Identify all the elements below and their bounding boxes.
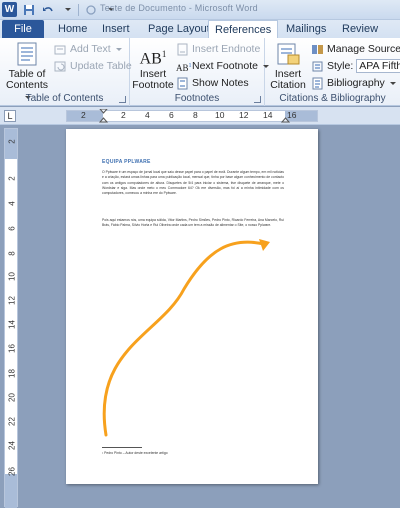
ruler-number: 18: [7, 369, 17, 378]
insert-citation-icon: [274, 42, 302, 66]
table-of-contents-icon: [13, 42, 41, 66]
vertical-ruler[interactable]: 2 2 4 6 8 10 12 14 16 18 20 22 24 26: [4, 128, 18, 508]
group-table-of-contents: Table of Contents Add Text Update Table …: [0, 38, 132, 106]
ruler-number: 2: [7, 176, 17, 181]
ruler-number: 14: [263, 110, 273, 120]
group-citations: Insert Citation Manage Sources Style: AP…: [265, 38, 400, 106]
annotation-arrow: [102, 239, 270, 437]
manage-sources-label: Manage Sources: [327, 43, 400, 55]
style-label: Style:: [327, 60, 354, 72]
bibliography-icon: [311, 77, 324, 90]
insert-citation-button[interactable]: Insert Citation: [267, 42, 309, 91]
ruler-number: 26: [7, 467, 17, 476]
ruler-number: 12: [7, 296, 17, 305]
dialog-launcher-icon[interactable]: [119, 96, 126, 103]
ruler-number: 24: [7, 441, 17, 450]
tab-home[interactable]: Home: [52, 20, 93, 38]
insert-endnote-label: Insert Endnote: [192, 43, 261, 55]
ribbon: Table of Contents Add Text Update Table …: [0, 38, 400, 106]
update-table-button[interactable]: Update Table: [54, 58, 132, 74]
ruler-number: 8: [7, 251, 17, 256]
toolbar-separator: [78, 3, 79, 16]
show-notes-label: Show Notes: [192, 77, 249, 89]
show-notes-button[interactable]: Show Notes: [176, 75, 249, 91]
title-bar: W Teste de Documento - Microsoft Word: [0, 0, 400, 20]
tab-references[interactable]: References: [208, 20, 279, 39]
undo-dropdown-icon[interactable]: [59, 2, 74, 17]
indent-marker-icon[interactable]: [99, 109, 108, 123]
group-label-citations: Citations & Bibliography: [279, 93, 386, 104]
bibliography-label: Bibliography: [327, 77, 385, 89]
ruler-number: 20: [7, 393, 17, 402]
document-area[interactable]: EQUIPA PPLWARE O Pplware é um espaço de …: [20, 126, 400, 507]
tab-mailings[interactable]: Mailings: [280, 20, 332, 38]
group-label-footnotes: Footnotes: [174, 93, 220, 104]
bibliography-button[interactable]: Bibliography: [311, 75, 396, 91]
insert-endnote-button[interactable]: Insert Endnote: [176, 41, 260, 57]
right-indent-marker-icon[interactable]: [281, 115, 290, 123]
ruler-number: 2: [121, 110, 126, 120]
tab-review[interactable]: Review: [336, 20, 384, 38]
manage-sources-button[interactable]: Manage Sources: [311, 41, 400, 57]
manage-sources-icon: [311, 43, 324, 56]
style-selector[interactable]: Style: APA Fifth: [311, 58, 400, 74]
ruler-number: 12: [239, 110, 249, 120]
chevron-down-icon: [389, 81, 396, 85]
insert-footnote-icon: AB1: [139, 49, 167, 68]
ruler-number: 8: [193, 110, 198, 120]
horizontal-ruler-bar: L 2 2 4 6 8 10 12 14 16: [0, 107, 400, 125]
ruler-bottom-margin: [5, 474, 17, 508]
redo-icon[interactable]: [83, 2, 98, 17]
ruler-number: 6: [169, 110, 174, 120]
word-logo-icon[interactable]: W: [2, 2, 17, 17]
ruler-number: 2: [7, 139, 17, 144]
add-text-icon: [54, 43, 67, 56]
window-title: Teste de Documento - Microsoft Word: [100, 3, 258, 13]
next-footnote-label: Next Footnote: [192, 60, 258, 72]
add-text-label: Add Text: [70, 43, 111, 55]
undo-icon[interactable]: [40, 2, 55, 17]
style-dropdown[interactable]: APA Fifth: [356, 59, 400, 73]
dialog-launcher-icon[interactable]: [254, 96, 261, 103]
tab-file[interactable]: File: [2, 20, 44, 38]
horizontal-ruler[interactable]: 2 2 4 6 8 10 12 14 16: [66, 109, 318, 123]
ruler-number: 14: [7, 320, 17, 329]
table-of-contents-label: Table of Contents: [5, 68, 49, 91]
update-table-label: Update Table: [70, 60, 132, 72]
chevron-down-icon: [115, 47, 122, 51]
save-icon[interactable]: [21, 2, 36, 17]
insert-endnote-icon: [176, 43, 189, 56]
document-page[interactable]: EQUIPA PPLWARE O Pplware é um espaço de …: [66, 129, 318, 484]
ruler-number: 2: [81, 110, 86, 120]
next-footnote-icon: AB1: [176, 62, 192, 73]
next-footnote-button[interactable]: AB1 Next Footnote: [176, 58, 269, 74]
ruler-number: 6: [7, 226, 17, 231]
show-notes-icon: [176, 77, 189, 90]
ruler-number: 10: [7, 272, 17, 281]
style-icon: [311, 60, 324, 73]
ribbon-tabs: File Home Insert Page Layout References …: [0, 20, 400, 39]
group-footnotes: AB1 Insert Footnote Insert Endnote AB1 N…: [130, 38, 269, 106]
ruler-number: 10: [215, 110, 225, 120]
tab-page-layout[interactable]: Page Layout: [142, 20, 216, 38]
ruler-number: 4: [7, 201, 17, 206]
ruler-number: 4: [145, 110, 150, 120]
ruler-number: 16: [7, 344, 17, 353]
insert-footnote-label: Insert Footnote: [132, 68, 174, 91]
insert-citation-label: Insert Citation: [270, 68, 306, 91]
insert-footnote-button[interactable]: AB1 Insert Footnote: [132, 42, 174, 91]
tab-selector[interactable]: L: [4, 110, 16, 122]
update-table-icon: [54, 60, 67, 73]
tab-insert[interactable]: Insert: [96, 20, 136, 38]
ruler-number: 22: [7, 417, 17, 426]
add-text-button[interactable]: Add Text: [54, 41, 122, 57]
group-label-toc: Table of Contents: [25, 93, 104, 104]
